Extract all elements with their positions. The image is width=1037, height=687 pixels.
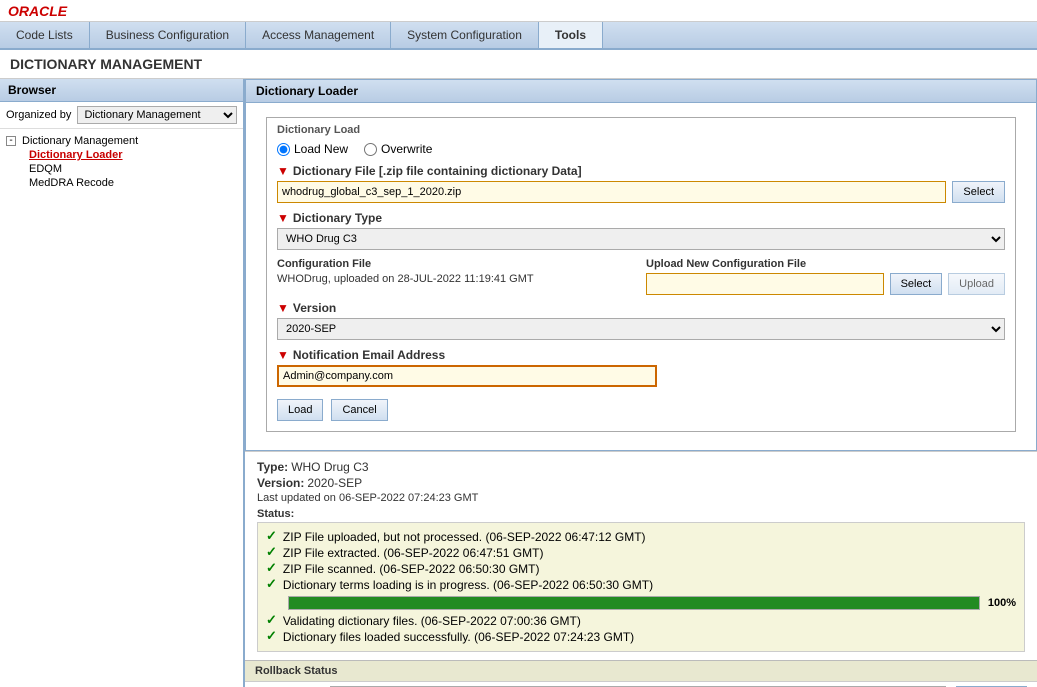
overwrite-label: Overwrite — [381, 142, 432, 156]
overwrite-option[interactable]: Overwrite — [364, 142, 432, 156]
browser-panel: Browser Organized by Dictionary Manageme… — [0, 79, 245, 687]
status-msg-1: ✓ ZIP File extracted. (06-SEP-2022 06:47… — [266, 545, 1016, 561]
progress-bar-outer — [288, 596, 980, 610]
check-icon-5: ✓ — [266, 629, 277, 642]
progress-row: 100% — [288, 596, 1016, 610]
top-nav: Code Lists Business Configuration Access… — [0, 22, 1037, 50]
status-section: Type: WHO Drug C3 Version: 2020-SEP Last… — [245, 451, 1037, 660]
log-history-row: Log History: [WHO Drug] WHODRUG_C3_2020_… — [245, 681, 1037, 687]
upload-config-input[interactable] — [646, 273, 884, 295]
status-msg-5: ✓ Dictionary files loaded successfully. … — [266, 629, 1016, 645]
check-icon-2: ✓ — [266, 561, 277, 574]
tab-tools[interactable]: Tools — [539, 22, 603, 48]
tab-system-config[interactable]: System Configuration — [391, 22, 539, 48]
tab-code-lists[interactable]: Code Lists — [0, 22, 90, 48]
tab-access-mgmt[interactable]: Access Management — [246, 22, 391, 48]
check-icon-4: ✓ — [266, 613, 277, 626]
progress-pct: 100% — [988, 597, 1016, 609]
tree-edqm-label[interactable]: EDQM — [29, 163, 62, 175]
load-new-label: Load New — [294, 142, 348, 156]
collapse-icon[interactable]: - — [6, 136, 16, 146]
upload-btn[interactable]: Upload — [948, 273, 1005, 295]
dict-file-select-btn[interactable]: Select — [952, 181, 1005, 203]
rollback-section: Rollback Status — [245, 660, 1037, 681]
oracle-header: ORACLE — [0, 0, 1037, 22]
tree-item-dict-loader[interactable]: Dictionary Loader — [6, 149, 237, 161]
required-icon-version: ▼ — [277, 301, 289, 315]
notif-label: ▼ Notification Email Address — [277, 348, 1005, 362]
tree-root: - Dictionary Management — [6, 135, 237, 147]
page-title-bar: DICTIONARY MANAGEMENT — [0, 50, 1037, 79]
upload-config-label: Upload New Configuration File — [646, 258, 1005, 270]
status-label: Status: — [257, 508, 1025, 520]
check-icon-0: ✓ — [266, 529, 277, 542]
dict-type-select[interactable]: WHO Drug C3 — [277, 228, 1005, 250]
status-messages-box: ✓ ZIP File uploaded, but not processed. … — [257, 522, 1025, 652]
page-title: DICTIONARY MANAGEMENT — [10, 56, 202, 72]
browser-header: Browser — [0, 79, 243, 102]
organized-by-row: Organized by Dictionary Management — [0, 102, 243, 129]
tree-meddra-label[interactable]: MedDRA Recode — [29, 177, 114, 189]
check-icon-1: ✓ — [266, 545, 277, 558]
tree-dict-loader-label[interactable]: Dictionary Loader — [29, 149, 123, 161]
status-msg-4: ✓ Validating dictionary files. (06-SEP-2… — [266, 613, 1016, 629]
oracle-logo: ORACLE — [8, 3, 67, 19]
right-content: Dictionary Loader Dictionary Load Load N… — [245, 79, 1037, 687]
required-icon-file: ▼ — [277, 164, 289, 178]
progress-bar-inner — [289, 597, 979, 609]
dict-load-section: Dictionary Load Load New Overwrite — [266, 117, 1016, 432]
dict-file-row: Select — [277, 181, 1005, 203]
load-options: Load New Overwrite — [277, 142, 1005, 156]
upload-config-select-btn[interactable]: Select — [890, 273, 943, 295]
last-updated-info: Last updated on 06-SEP-2022 07:24:23 GMT — [257, 492, 1025, 504]
main-layout: Browser Organized by Dictionary Manageme… — [0, 79, 1037, 687]
upload-config-col: Upload New Configuration File Select Upl… — [646, 258, 1005, 295]
config-file-col: Configuration File WHODrug, uploaded on … — [277, 258, 636, 295]
type-info: Type: WHO Drug C3 — [257, 460, 1025, 474]
tree-item-meddra[interactable]: MedDRA Recode — [6, 177, 237, 189]
version-label: ▼ Version — [277, 301, 1005, 315]
version-section: ▼ Version 2020-SEP — [277, 301, 1005, 340]
config-file-value: WHODrug, uploaded on 28-JUL-2022 11:19:4… — [277, 273, 636, 285]
dict-loader-header: Dictionary Loader — [246, 80, 1036, 103]
action-buttons: Load Cancel — [277, 395, 1005, 425]
config-file-label: Configuration File — [277, 258, 636, 270]
organized-by-label: Organized by — [6, 109, 71, 121]
dict-file-input[interactable] — [277, 181, 946, 203]
load-new-radio[interactable] — [277, 143, 290, 156]
notif-section: ▼ Notification Email Address — [277, 348, 1005, 387]
load-btn[interactable]: Load — [277, 399, 323, 421]
dict-type-row: WHO Drug C3 — [277, 228, 1005, 250]
dict-file-label: ▼ Dictionary File [.zip file containing … — [277, 164, 1005, 178]
tab-business-config[interactable]: Business Configuration — [90, 22, 246, 48]
cancel-btn[interactable]: Cancel — [331, 399, 387, 421]
overwrite-radio[interactable] — [364, 143, 377, 156]
status-msg-3: ✓ Dictionary terms loading is in progres… — [266, 577, 1016, 593]
upload-config-row: Select Upload — [646, 273, 1005, 295]
config-file-row: Configuration File WHODrug, uploaded on … — [277, 258, 1005, 295]
organized-by-select[interactable]: Dictionary Management — [77, 106, 237, 124]
status-msg-2: ✓ ZIP File scanned. (06-SEP-2022 06:50:3… — [266, 561, 1016, 577]
load-new-option[interactable]: Load New — [277, 142, 348, 156]
tree-panel: - Dictionary Management Dictionary Loade… — [0, 129, 243, 687]
notif-email-input[interactable] — [277, 365, 657, 387]
status-msg-0: ✓ ZIP File uploaded, but not processed. … — [266, 529, 1016, 545]
dict-loader-panel: Dictionary Loader Dictionary Load Load N… — [245, 79, 1037, 451]
required-icon-notif: ▼ — [277, 348, 289, 362]
tree-root-label[interactable]: Dictionary Management — [22, 135, 138, 147]
version-select[interactable]: 2020-SEP — [277, 318, 1005, 340]
check-icon-3: ✓ — [266, 577, 277, 590]
dict-load-title: Dictionary Load — [277, 124, 1005, 136]
version-info: Version: 2020-SEP — [257, 476, 1025, 490]
dict-type-label: ▼ Dictionary Type — [277, 211, 1005, 225]
required-icon-type: ▼ — [277, 211, 289, 225]
tree-item-edqm[interactable]: EDQM — [6, 163, 237, 175]
